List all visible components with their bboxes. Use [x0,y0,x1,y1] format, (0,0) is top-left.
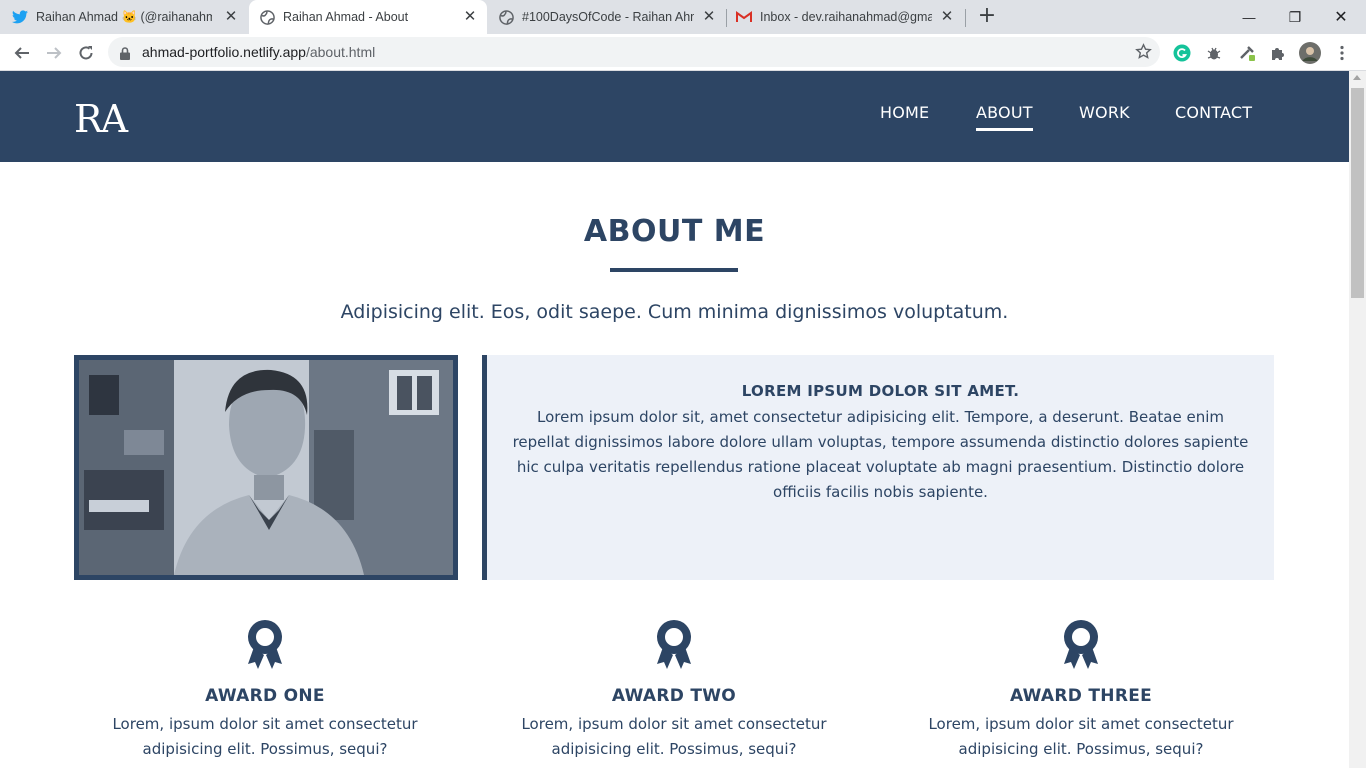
tab-separator [726,9,727,27]
award-card: AWARD TWO Lorem, ipsum dolor sit amet co… [494,619,854,762]
tab-twitter[interactable]: Raihan Ahmad 🐱 (@raihanahmad ✕ [12,0,248,34]
tab-title: Raihan Ahmad 🐱 (@raihanahmad [36,9,212,24]
tab-100daysofcode[interactable]: #100DaysOfCode - Raihan Ahma ✕ [498,0,726,34]
tab-title: Inbox - dev.raihanahmad@gmail [760,10,932,24]
maximize-button[interactable]: ❐ [1272,0,1318,34]
nav-about-link[interactable]: ABOUT [976,103,1033,131]
scroll-up-arrow-icon[interactable] [1353,75,1361,80]
page-viewport: RA HOME ABOUT WORK CONTACT ABOUT ME Adip… [0,71,1349,768]
grammarly-extension-icon[interactable] [1169,40,1195,66]
tab-gmail[interactable]: Inbox - dev.raihanahmad@gmail ✕ [736,0,964,34]
site-navbar: RA HOME ABOUT WORK CONTACT [0,71,1349,162]
minimize-button[interactable]: — [1226,0,1272,34]
tab-title: #100DaysOfCode - Raihan Ahma [522,10,694,24]
award-ribbon-icon [248,620,282,669]
site-logo[interactable]: RA [74,97,128,141]
twitter-icon [12,9,28,25]
title-underline [610,268,738,272]
address-bar[interactable]: ahmad-portfolio.netlify.app/about.html [108,37,1160,67]
bug-extension-icon[interactable] [1201,40,1227,66]
bio-heading: LOREM IPSUM DOLOR SIT AMET. [741,382,1020,400]
close-tab-icon[interactable]: ✕ [224,9,238,24]
url-path: /about.html [305,44,376,60]
award-ribbon-icon [1064,620,1098,669]
award-text: Lorem, ipsum dolor sit amet consectetur … [928,715,1234,758]
award-card: AWARD THREE Lorem, ipsum dolor sit amet … [901,619,1261,762]
award-title: AWARD TWO [611,686,737,706]
page-scrollbar[interactable] [1349,71,1366,768]
award-title: AWARD ONE [205,686,325,706]
tab-about[interactable]: Raihan Ahmad - About ✕ [249,0,487,34]
browser-tab-strip: Raihan Ahmad 🐱 (@raihanahmad ✕ Raihan Ah… [0,0,1366,34]
profile-avatar-icon[interactable] [1297,40,1323,66]
close-tab-icon[interactable]: ✕ [702,9,716,24]
globe-icon [259,9,275,25]
lock-icon[interactable] [120,45,130,64]
url-text: ahmad-portfolio.netlify.app/about.html [142,44,375,60]
page-title: ABOUT ME [583,214,766,249]
gmail-icon [736,9,752,25]
browser-toolbar: ahmad-portfolio.netlify.app/about.html [0,34,1366,71]
globe-icon [498,9,514,25]
page-subtitle: Adipisicing elit. Eos, odit saepe. Cum m… [340,301,1009,323]
extensions-puzzle-icon[interactable] [1265,40,1291,66]
tab-title: Raihan Ahmad - About [283,10,409,24]
award-title: AWARD THREE [1009,686,1153,706]
chrome-menu-icon[interactable] [1329,40,1355,66]
scrollbar-thumb[interactable] [1351,88,1364,298]
forward-icon[interactable] [41,40,67,66]
award-ribbon-icon [657,620,691,669]
award-text: Lorem, ipsum dolor sit amet consectetur … [521,715,827,758]
new-tab-button[interactable]: + [977,5,997,27]
close-tab-icon[interactable]: ✕ [940,9,954,24]
reload-icon[interactable] [73,40,99,66]
award-card: AWARD ONE Lorem, ipsum dolor sit amet co… [85,619,445,762]
close-tab-icon[interactable]: ✕ [463,9,477,24]
bookmark-star-icon[interactable] [1135,43,1152,64]
bio-text: Lorem ipsum dolor sit, amet consectetur … [512,408,1249,501]
eyedropper-extension-icon[interactable] [1234,40,1260,66]
bio-panel: LOREM IPSUM DOLOR SIT AMET. Lorem ipsum … [482,355,1274,580]
nav-work-link[interactable]: WORK [1079,103,1130,122]
window-close-button[interactable]: ✕ [1318,0,1364,34]
profile-photo [74,355,458,580]
award-text: Lorem, ipsum dolor sit amet consectetur … [112,715,418,758]
back-icon[interactable] [9,40,35,66]
url-domain: ahmad-portfolio.netlify.app [142,44,306,60]
nav-contact-link[interactable]: CONTACT [1175,103,1252,122]
nav-home-link[interactable]: HOME [880,103,929,122]
tab-separator [965,9,966,27]
